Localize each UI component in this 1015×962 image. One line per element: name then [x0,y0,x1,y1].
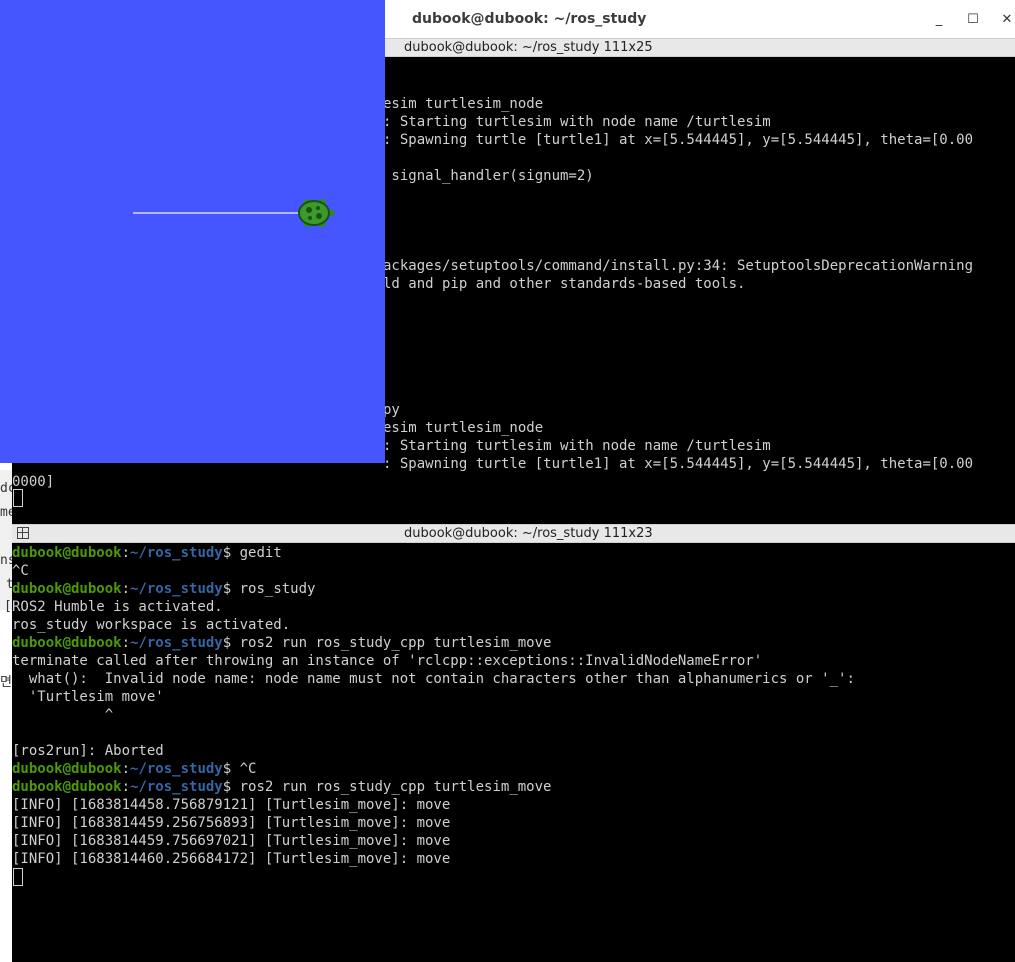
maximize-button[interactable]: ☐ [962,10,984,30]
prompt-separator: : [121,581,131,597]
bottom-pane-line: [ros2run]: Aborted [12,742,164,760]
prompt-separator: : [121,545,131,561]
line-text: ^C [231,761,257,777]
minimize-button[interactable]: _ [928,10,950,30]
line-text: ros_study [231,581,316,597]
line-text: ^ [12,707,114,723]
line-text: [INFO] [1683814459.756697021] [Turtlesim… [12,833,451,849]
prompt-path: ~/ros_study [130,635,223,651]
top-pane-line: : Starting turtlesim with node name /tur… [383,438,771,454]
line-text: [INFO] [1683814459.256756893] [Turtlesim… [12,815,451,831]
prompt-separator: : [121,779,131,795]
line-text: ^C [12,563,29,579]
top-pane-line: py [383,402,400,418]
top-pane-line: 0000] [12,474,55,490]
top-pane-cursor [13,489,23,507]
split-pane-icon[interactable] [17,527,29,539]
line-text: terminate called after throwing an insta… [12,653,763,669]
bottom-pane-line: dubook@dubook:~/ros_study$ ros2 run ros_… [12,778,551,796]
window-title: dubook@dubook: ~/ros_study [412,11,647,27]
prompt-user: dubook@dubook [12,581,122,597]
bottom-pane-line: what(): Invalid node name: node name mus… [12,670,855,688]
top-pane-line: : Starting turtlesim with node name /tur… [383,114,771,130]
bottom-pane-line: ^ [12,706,113,724]
bottom-pane-line: dubook@dubook:~/ros_study$ gedit [12,544,282,562]
prompt-path: ~/ros_study [130,779,223,795]
prompt-user: dubook@dubook [12,545,122,561]
turtlesim-window[interactable] [0,0,385,463]
prompt-symbol: $ [222,545,232,561]
prompt-user: dubook@dubook [12,635,122,651]
bottom-terminal-pane[interactable]: dubook@dubook:~/ros_study$ gedit ^C dubook… [12,543,1015,962]
line-text: [INFO] [1683814460.256684172] [Turtlesim… [12,851,451,867]
bottom-pane-line: [INFO] [1683814459.756697021] [Turtlesim… [12,832,450,850]
bottom-pane-line: [INFO] [1683814458.756879121] [Turtlesim… [12,796,450,814]
bottom-pane-line: [INFO] [1683814460.256684172] [Turtlesim… [12,850,450,868]
top-pane-title: dubook@dubook: ~/ros_study 111x25 [404,40,653,55]
prompt-user: dubook@dubook [12,761,122,777]
bottom-pane-cursor [13,868,23,886]
top-pane-line: esim turtlesim_node [383,96,544,112]
line-text: ros2 run ros_study_cpp turtlesim_move [231,779,552,795]
prompt-path: ~/ros_study [130,581,223,597]
line-text: [ros2run]: Aborted [12,743,164,759]
top-pane-line: signal_handler(signum=2) [383,168,594,184]
top-pane-line: ackages/setuptools/command/install.py:34… [383,258,974,274]
bottom-pane-line: ros_study workspace is activated. [12,616,290,634]
background-text-fragment: [ [4,599,12,614]
prompt-symbol: $ [222,635,232,651]
bottom-pane-line: ROS2 Humble is activated. [12,598,223,616]
line-text: ros_study workspace is activated. [12,617,291,633]
bottom-pane-title: dubook@dubook: ~/ros_study 111x23 [404,526,653,541]
prompt-path: ~/ros_study [130,545,223,561]
prompt-symbol: $ [222,761,232,777]
bottom-pane-line: terminate called after throwing an insta… [12,652,762,670]
bottom-pane-line: ^C [12,562,29,580]
top-pane-line: esim turtlesim_node [383,420,544,436]
bottom-pane-header[interactable]: dubook@dubook: ~/ros_study 111x23 [12,524,1015,543]
prompt-symbol: $ [222,581,232,597]
background-text-fragment: 면 [0,675,12,690]
turtle-icon [298,199,335,227]
bottom-pane-line: dubook@dubook:~/ros_study$ ^C [12,760,256,778]
prompt-separator: : [121,635,131,651]
line-text: [INFO] [1683814458.756879121] [Turtlesim… [12,797,451,813]
bottom-pane-line: 'Turtlesim move' [12,688,164,706]
bottom-pane-line: dubook@dubook:~/ros_study$ ros_study [12,580,315,598]
bottom-pane-line: [INFO] [1683814459.256756893] [Turtlesim… [12,814,450,832]
line-text: gedit [231,545,282,561]
prompt-symbol: $ [222,779,232,795]
prompt-path: ~/ros_study [130,761,223,777]
line-text: 'Turtlesim move' [12,689,164,705]
top-pane-line: : Spawning turtle [turtle1] at x=[5.5444… [383,132,974,148]
top-pane-line: ld and pip and other standards-based too… [383,276,746,292]
turtlesim-canvas [133,199,335,227]
prompt-separator: : [121,761,131,777]
top-pane-line: : Spawning turtle [turtle1] at x=[5.5444… [383,456,974,472]
line-text: ROS2 Humble is activated. [12,599,223,615]
prompt-user: dubook@dubook [12,779,122,795]
close-button[interactable]: ✕ [996,10,1015,30]
line-text: ros2 run ros_study_cpp turtlesim_move [231,635,552,651]
line-text: what(): Invalid node name: node name mus… [12,671,855,687]
bottom-pane-line: dubook@dubook:~/ros_study$ ros2 run ros_… [12,634,551,652]
